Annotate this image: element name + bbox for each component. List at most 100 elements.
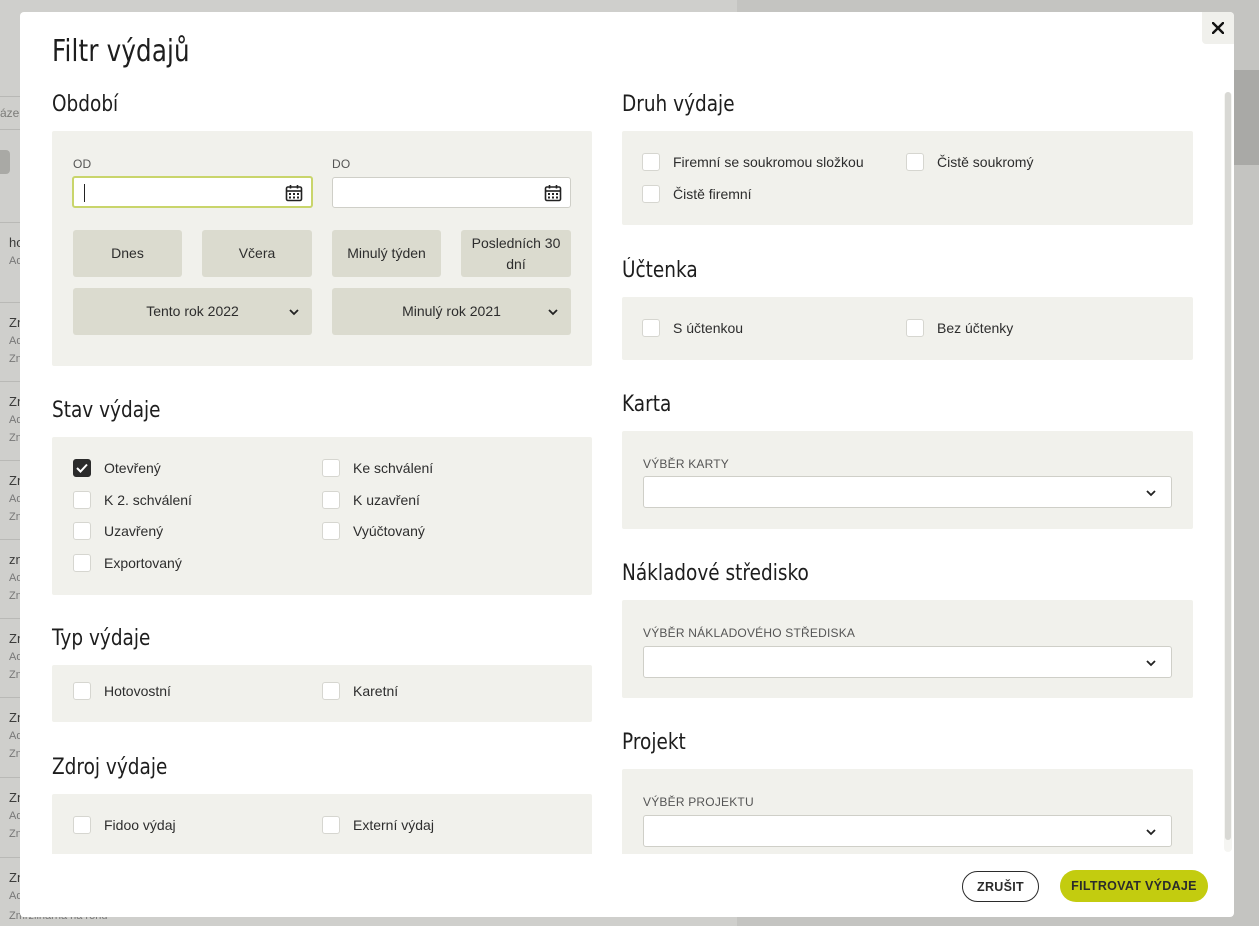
cost-center-select-label: VÝBĚR NÁKLADOVÉHO STŘEDISKA <box>643 626 856 640</box>
checkbox-box[interactable] <box>322 816 340 834</box>
section-title-uctenka: Účtenka <box>622 258 698 283</box>
background-list-item: Zn Ad Zn <box>0 697 24 777</box>
calendar-icon[interactable] <box>285 184 303 202</box>
checkbox-label: Fidoo výdaj <box>104 817 176 833</box>
checkbox-box[interactable] <box>322 682 340 700</box>
checkbox-hotovostni[interactable]: Hotovostní <box>73 682 171 700</box>
druh-panel: Firemní se soukromou složkou Čistě soukr… <box>622 131 1193 225</box>
checkbox-label: Ke schválení <box>353 460 434 476</box>
checkbox-s-uctenkou[interactable]: S účtenkou <box>642 319 743 337</box>
checkbox-uzavreny[interactable]: Uzavřený <box>73 522 163 540</box>
checkbox-box[interactable] <box>642 319 660 337</box>
background-detail-block <box>1234 70 1259 165</box>
checkbox-k-uzavreni[interactable]: K uzavření <box>322 491 420 509</box>
checkbox-box[interactable] <box>73 491 91 509</box>
checkbox-externi-vydaj[interactable]: Externí výdaj <box>322 816 434 834</box>
last-year-dropdown[interactable]: Minulý rok 2021 <box>332 288 571 335</box>
quick-yesterday-button[interactable]: Včera <box>202 230 312 277</box>
last-year-label: Minulý rok 2021 <box>402 303 501 319</box>
checkbox-box[interactable] <box>73 816 91 834</box>
checkbox-ke-schvaleni[interactable]: Ke schválení <box>322 459 433 477</box>
checkbox-box[interactable] <box>906 319 924 337</box>
checkbox-label: Firemní se soukromou složkou <box>673 154 864 170</box>
checkbox-box[interactable] <box>642 153 660 171</box>
checkbox-ciste-firemni[interactable]: Čistě firemní <box>642 185 752 203</box>
close-button[interactable] <box>1202 12 1234 44</box>
this-year-dropdown[interactable]: Tento rok 2022 <box>73 288 312 335</box>
modal-title: Filtr výdajů <box>52 34 190 69</box>
chevron-down-icon <box>1146 829 1156 836</box>
checkbox-box[interactable] <box>73 554 91 572</box>
background-list-item: ho Ad <box>0 222 23 302</box>
checkbox-label: Exportovaný <box>104 555 182 571</box>
project-select[interactable] <box>643 815 1172 847</box>
chevron-down-icon <box>1146 660 1156 667</box>
this-year-label: Tento rok 2022 <box>146 303 239 319</box>
stredisko-panel: VÝBĚR NÁKLADOVÉHO STŘEDISKA <box>622 600 1193 698</box>
checkbox-box[interactable] <box>73 522 91 540</box>
typ-panel: Hotovostní Karetní <box>52 665 592 722</box>
checkbox-label: Vyúčtovaný <box>353 523 425 539</box>
section-title-druh: Druh výdaje <box>622 92 735 117</box>
checkbox-bez-uctenky[interactable]: Bez účtenky <box>906 319 1013 337</box>
checkbox-box[interactable] <box>322 491 340 509</box>
modal-footer <box>20 854 1220 917</box>
checkbox-ciste-soukromy[interactable]: Čistě soukromý <box>906 153 1033 171</box>
checkbox-box[interactable] <box>642 185 660 203</box>
section-title-stredisko: Nákladové středisko <box>622 561 809 586</box>
checkbox-box[interactable] <box>73 682 91 700</box>
chevron-down-icon <box>1146 490 1156 497</box>
checkbox-box[interactable] <box>322 522 340 540</box>
checkbox-label: Hotovostní <box>104 683 171 699</box>
quick-today-button[interactable]: Dnes <box>73 230 182 277</box>
scrollbar-thumb[interactable] <box>1225 92 1231 840</box>
filter-expenses-button[interactable]: FILTROVAT VÝDAJE <box>1060 870 1208 902</box>
checkbox-fidoo-vydaj[interactable]: Fidoo výdaj <box>73 816 176 834</box>
stav-panel: Otevřený Ke schválení K 2. schválení K u… <box>52 437 592 595</box>
checkbox-label: K uzavření <box>353 492 420 508</box>
background-list-item: Zn Ad Zn <box>0 618 24 698</box>
background-filter-pill <box>0 150 10 174</box>
card-select[interactable] <box>643 476 1172 508</box>
projekt-panel: VÝBĚR PROJEKTU <box>622 769 1193 864</box>
quick-last-30-days-button[interactable]: Posledních 30 dní <box>461 230 571 277</box>
checkbox-label: Otevřený <box>104 460 161 476</box>
checkbox-vyuctovany[interactable]: Vyúčtovaný <box>322 522 425 540</box>
checkbox-label: Karetní <box>353 683 399 699</box>
background-list-item: Zn Ad Zn <box>0 460 24 540</box>
checkbox-label: Čistě firemní <box>673 186 752 202</box>
date-to-input[interactable] <box>332 177 571 208</box>
chevron-down-icon <box>548 308 558 315</box>
cancel-button[interactable]: ZRUŠIT <box>962 871 1039 902</box>
card-select-label: VÝBĚR KARTY <box>643 457 730 471</box>
calendar-icon[interactable] <box>544 184 562 202</box>
section-title-karta: Karta <box>622 392 672 417</box>
background-list-item: Zn Ad Zn <box>0 302 24 382</box>
checkbox-k-2-schvaleni[interactable]: K 2. schválení <box>73 491 192 509</box>
background-list-item: Zn Ad Zn <box>0 381 24 461</box>
checkmark-icon <box>76 463 88 473</box>
background-list-item: Zn Ad Zn <box>0 777 24 857</box>
uctenka-panel: S účtenkou Bez účtenky <box>622 297 1193 360</box>
checkbox-otevreny[interactable]: Otevřený <box>73 459 161 477</box>
checkbox-box[interactable] <box>906 153 924 171</box>
obdobi-panel: OD DO Dnes Včera Minulý týden Posledních… <box>52 131 592 366</box>
checkbox-label: Uzavřený <box>104 523 164 539</box>
date-from-input[interactable] <box>72 176 313 208</box>
checkbox-label: Čistě soukromý <box>937 154 1034 170</box>
checkbox-karetni[interactable]: Karetní <box>322 682 398 700</box>
section-title-obdobi: Období <box>52 92 119 117</box>
checkbox-box[interactable] <box>322 459 340 477</box>
checkbox-exportovany[interactable]: Exportovaný <box>73 554 182 572</box>
checkbox-label: K 2. schválení <box>104 492 192 508</box>
checkbox-box[interactable] <box>73 459 91 477</box>
karta-panel: VÝBĚR KARTY <box>622 431 1193 529</box>
quick-last-week-button[interactable]: Minulý týden <box>332 230 441 277</box>
project-select-label: VÝBĚR PROJEKTU <box>643 795 754 809</box>
od-label: OD <box>73 157 92 171</box>
cost-center-select[interactable] <box>643 646 1172 678</box>
text-caret <box>84 184 85 202</box>
close-icon <box>1212 22 1224 34</box>
checkbox-firemni-soukroma-slozka[interactable]: Firemní se soukromou složkou <box>642 153 864 171</box>
checkbox-label: Bez účtenky <box>937 320 1014 336</box>
